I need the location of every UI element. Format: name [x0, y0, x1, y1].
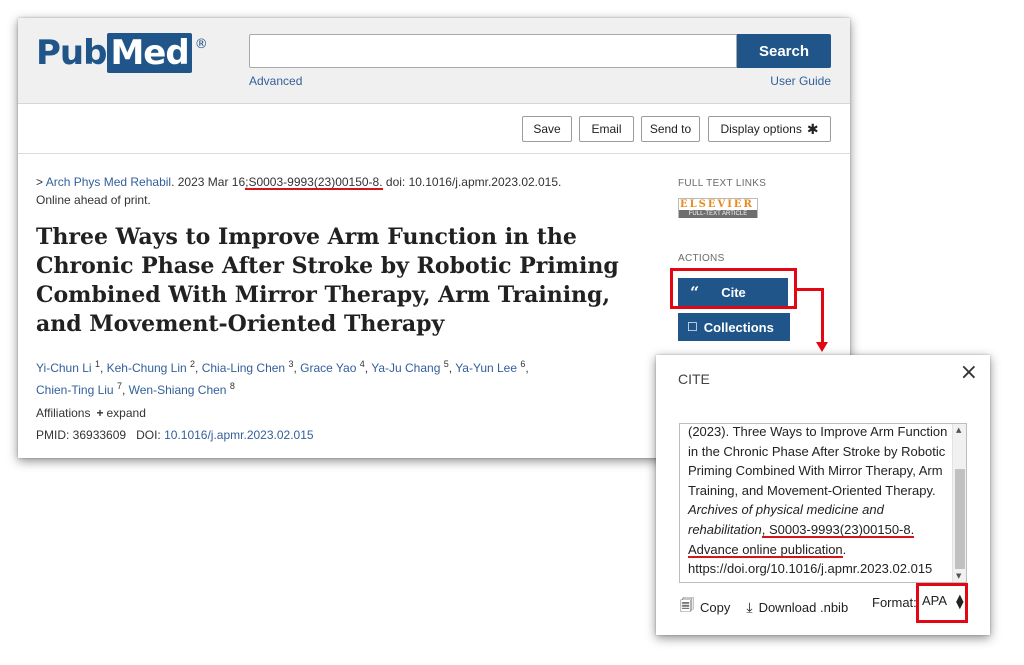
format-label: Format:	[872, 595, 917, 610]
citation-pii: , S0003-9993(23)00150-8.	[761, 521, 915, 537]
email-button[interactable]: Email	[579, 116, 634, 142]
logo-registered: ®	[194, 37, 208, 52]
journal-link[interactable]: Arch Phys Med Rehabil	[46, 175, 171, 189]
elsevier-logo-text: ELSEVIER	[680, 199, 754, 210]
author-link[interactable]: Wen-Shiang Chen	[129, 383, 227, 397]
plus-icon[interactable]: +	[96, 406, 103, 420]
send-to-label: Send to	[649, 122, 692, 136]
display-options-button[interactable]: Display options ✱	[708, 116, 831, 142]
user-guide-link[interactable]: User Guide	[770, 74, 831, 88]
citation-line-4: Training, and Movement-Oriented Therapy.	[688, 482, 936, 498]
scrollbar-thumb[interactable]	[955, 469, 965, 569]
citation-line-3: Priming Combined With Mirror Therapy, Ar…	[688, 463, 943, 479]
author-link[interactable]: Ya-Ju Chang	[371, 361, 440, 375]
citation-period: .	[842, 541, 847, 557]
collections-button[interactable]: ☐ Collections	[678, 313, 790, 341]
download-icon[interactable]: ⤓	[746, 599, 752, 616]
send-to-button[interactable]: Send to	[641, 116, 700, 142]
scroll-down-icon[interactable]: ▼	[956, 572, 961, 580]
copy-icon[interactable]: 🗐	[680, 595, 694, 619]
article-title: Three Ways to Improve Arm Function in th…	[36, 224, 619, 337]
search-button[interactable]: Search	[737, 34, 831, 68]
email-label: Email	[591, 122, 622, 136]
publication-status: Online ahead of print.	[36, 193, 151, 207]
cite-highlight-box	[670, 268, 797, 309]
collections-label: Collections	[703, 319, 774, 335]
citation-textbox[interactable]: (2023). Three Ways to Improve Arm Functi…	[679, 423, 967, 583]
citation-line-1: (2023). Three Ways to Improve Arm Functi…	[688, 424, 948, 439]
author-link[interactable]: Keh-Chung Lin	[107, 361, 187, 375]
affiliation-number[interactable]: 8	[230, 381, 235, 391]
doi-text: doi: 10.1016/j.apmr.2023.02.015.	[382, 175, 562, 189]
affiliation-number[interactable]: 5	[444, 359, 449, 369]
save-button[interactable]: Save	[522, 116, 572, 142]
affiliation-number[interactable]: 6	[520, 359, 525, 369]
screenshot-stage: Pub Med ® Search Advanced User Guide Save …	[0, 0, 1024, 665]
logo-text-pub: Pub	[36, 33, 107, 73]
logo-text-med: Med	[107, 33, 192, 73]
pub-date: . 2023 Mar 16	[171, 175, 246, 189]
citation-scrollbar[interactable]: ▲ ▼	[952, 424, 966, 582]
citation-text: (2023). Three Ways to Improve Arm Functi…	[688, 424, 950, 579]
author-link[interactable]: Grace Yao	[300, 361, 356, 375]
gear-icon: ✱	[806, 120, 819, 137]
author-link[interactable]: Yi-Chun Li	[36, 361, 92, 375]
copy-button[interactable]: Copy	[700, 600, 730, 615]
affiliations-label: Affiliations	[36, 406, 91, 420]
pubmed-logo[interactable]: Pub Med ®	[36, 33, 208, 73]
chevron-right-icon: >	[36, 175, 46, 189]
citation-doi-url: https://doi.org/10.1016/j.apmr.2023.02.0…	[688, 561, 933, 577]
save-label: Save	[533, 122, 561, 136]
scroll-up-icon[interactable]: ▲	[956, 426, 961, 434]
affiliation-number[interactable]: 1	[95, 359, 100, 369]
affiliations-row: Affiliations + expand	[36, 406, 146, 420]
identifiers-row: PMID: 36933609 DOI: 10.1016/j.apmr.2023.…	[36, 428, 314, 442]
advanced-search-link[interactable]: Advanced	[249, 74, 302, 88]
doi-label: DOI:	[136, 428, 165, 442]
arrow-vertical	[821, 288, 824, 343]
author-link[interactable]: Chien-Ting Liu	[36, 383, 114, 397]
affiliation-number[interactable]: 2	[190, 359, 195, 369]
arrow-head	[816, 342, 828, 352]
close-icon[interactable]: ×	[960, 360, 978, 385]
bookmark-icon: ☐	[687, 320, 698, 334]
author-link[interactable]: Ya-Yun Lee	[455, 361, 517, 375]
site-header: Pub Med ® Search Advanced User Guide	[18, 18, 850, 104]
author-list: Yi-Chun Li 1, Keh-Chung Lin 2, Chia-Ling…	[36, 359, 529, 397]
actions-heading: ACTIONS	[678, 253, 725, 264]
citation-line: > Arch Phys Med Rehabil. 2023 Mar 16;S00…	[36, 173, 636, 209]
citation-journal-2: rehabilitation	[688, 521, 762, 537]
affiliation-number[interactable]: 3	[288, 359, 293, 369]
elsevier-badge-text: FULL-TEXT ARTICLE	[679, 210, 757, 218]
display-options-label: Display options	[720, 122, 802, 136]
cite-modal-title: CITE	[678, 371, 710, 387]
search-input[interactable]	[249, 34, 737, 68]
pmid: PMID: 36933609	[36, 428, 127, 442]
affiliation-number[interactable]: 7	[117, 381, 122, 391]
elsevier-full-text-link[interactable]: ELSEVIER FULL-TEXT ARTICLE	[678, 198, 758, 218]
pii-text: ;S0003-9993(23)00150-8.	[245, 175, 383, 189]
citation-line-2: in the Chronic Phase After Stroke by Rob…	[688, 443, 946, 459]
download-nbib-button[interactable]: Download .nbib	[759, 600, 849, 615]
citation-advance-online: Advance online publication	[688, 541, 843, 557]
affiliation-number[interactable]: 4	[360, 359, 365, 369]
citation-journal-1: Archives of physical medicine and	[688, 502, 884, 518]
cite-modal-footer: 🗐 Copy ⤓ Download .nbib	[680, 595, 848, 619]
expand-link[interactable]: expand	[107, 406, 146, 420]
arrow-horizontal	[797, 288, 824, 291]
full-text-links-heading: FULL TEXT LINKS	[678, 178, 767, 189]
format-highlight-box	[916, 583, 968, 623]
doi-link[interactable]: 10.1016/j.apmr.2023.02.015	[164, 428, 313, 442]
author-link[interactable]: Chia-Ling Chen	[202, 361, 285, 375]
action-toolbar: Save Email Send to Display options ✱	[18, 104, 850, 154]
